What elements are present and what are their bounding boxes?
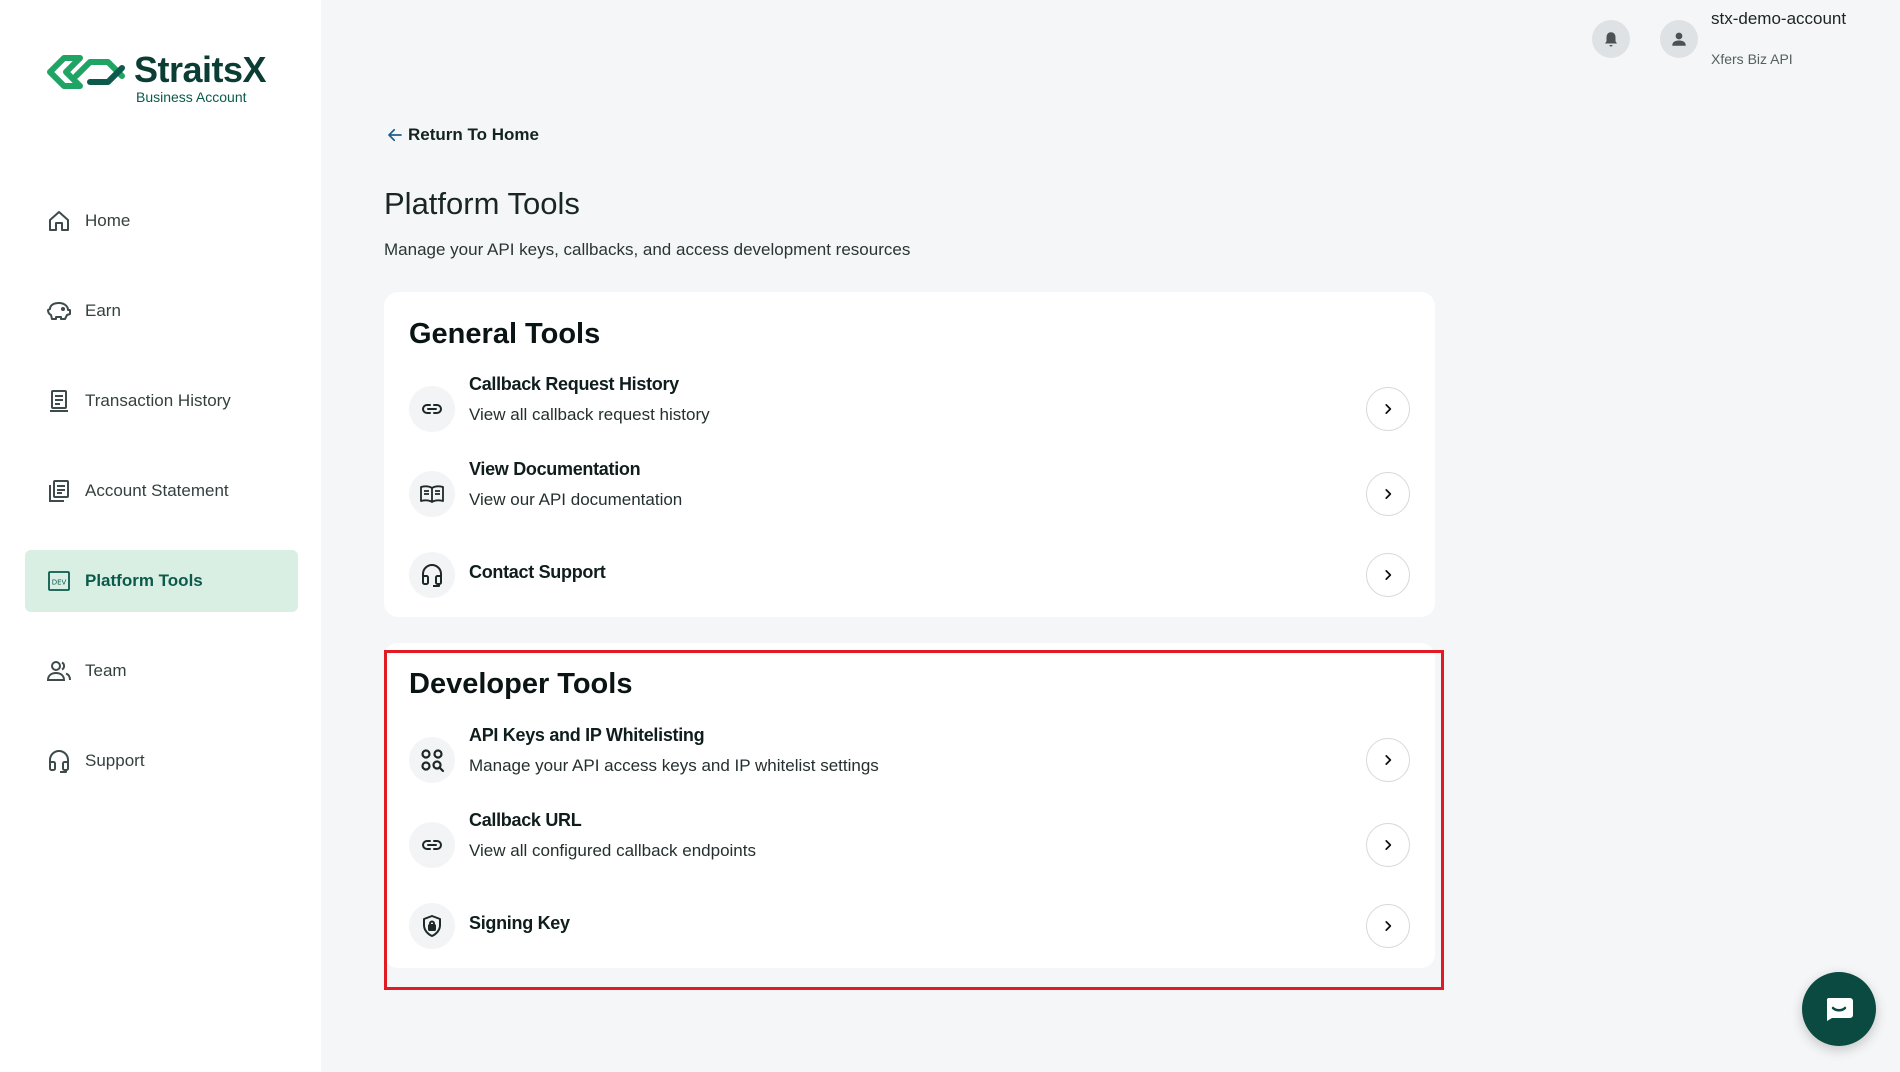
row-description: View our API documentation: [469, 490, 683, 509]
general-tools-card: General Tools Callback Request History V…: [384, 292, 1435, 617]
row-title: Signing Key: [469, 913, 570, 933]
notifications-button[interactable]: [1592, 20, 1630, 58]
sidebar-item-earn[interactable]: Earn: [25, 280, 298, 342]
document-stack-icon: [45, 477, 73, 505]
row-title: Callback URL: [469, 810, 582, 830]
avatar[interactable]: [1660, 20, 1698, 58]
key-search-icon: [409, 737, 455, 783]
callback-request-history-row[interactable]: Callback Request History View all callba…: [409, 374, 1410, 444]
developer-tools-card: Developer Tools API Keys and IP Whitelis…: [384, 643, 1435, 968]
chevron-right-icon[interactable]: [1366, 823, 1410, 867]
sidebar: StraitsX Business Account Home Earn Tran…: [0, 0, 321, 1072]
brand-logo[interactable]: StraitsX Business Account: [46, 48, 267, 105]
headset-icon: [45, 747, 73, 775]
sidebar-item-label: Account Statement: [85, 481, 229, 500]
signing-key-row[interactable]: Signing Key: [409, 891, 1410, 961]
chevron-right-icon[interactable]: [1366, 472, 1410, 516]
api-keys-row[interactable]: API Keys and IP Whitelisting Manage your…: [409, 725, 1410, 795]
chat-icon: [1826, 998, 1853, 1021]
row-title: Contact Support: [469, 562, 606, 582]
shield-lock-icon: [409, 903, 455, 949]
link-icon: [409, 386, 455, 432]
sidebar-item-platform-tools[interactable]: DEV Platform Tools: [25, 550, 298, 612]
book-icon: [409, 471, 455, 517]
page-title: Platform Tools: [384, 186, 580, 221]
callback-url-row[interactable]: Callback URL View all configured callbac…: [409, 810, 1410, 880]
home-icon: [45, 207, 73, 235]
sidebar-item-home[interactable]: Home: [25, 190, 298, 252]
return-home-label: Return To Home: [408, 125, 539, 144]
return-home-link[interactable]: Return To Home: [386, 125, 539, 145]
row-title: API Keys and IP Whitelisting: [469, 725, 705, 745]
chevron-right-icon[interactable]: [1366, 387, 1410, 431]
page-subtitle: Manage your API keys, callbacks, and acc…: [384, 240, 911, 259]
bell-icon: [1605, 32, 1617, 47]
row-description: View all callback request history: [469, 405, 710, 424]
sidebar-item-transaction-history[interactable]: Transaction History: [25, 370, 298, 432]
chevron-right-icon[interactable]: [1366, 738, 1410, 782]
sidebar-item-label: Earn: [85, 301, 121, 320]
sidebar-item-account-statement[interactable]: Account Statement: [25, 460, 298, 522]
row-description: Manage your API access keys and IP white…: [469, 756, 879, 775]
account-type: Xfers Biz API: [1711, 51, 1793, 67]
user-icon: [1672, 32, 1686, 46]
sidebar-item-label: Support: [85, 751, 145, 770]
sidebar-item-label: Transaction History: [85, 391, 231, 410]
chat-launcher-button[interactable]: [1802, 972, 1876, 1046]
sidebar-item-label: Home: [85, 211, 131, 230]
account-name[interactable]: stx-demo-account: [1711, 9, 1846, 29]
row-title: View Documentation: [469, 459, 641, 479]
view-documentation-row[interactable]: View Documentation View our API document…: [409, 459, 1410, 529]
svg-text:DEV: DEV: [52, 579, 67, 587]
sidebar-item-label: Platform Tools: [85, 571, 203, 590]
dev-icon: DEV: [45, 567, 73, 595]
brand-subtitle: Business Account: [136, 89, 247, 105]
team-icon: [45, 657, 73, 685]
arrow-left-icon: [388, 128, 402, 142]
chevron-right-icon[interactable]: [1366, 904, 1410, 948]
brand-name: StraitsX: [134, 49, 267, 90]
sidebar-item-team[interactable]: Team: [25, 640, 298, 702]
chevron-right-icon[interactable]: [1366, 553, 1410, 597]
sidebar-item-support[interactable]: Support: [25, 730, 298, 792]
straitsx-logo-icon: [47, 55, 125, 89]
contact-support-row[interactable]: Contact Support: [409, 540, 1410, 610]
section-heading: Developer Tools: [409, 668, 633, 700]
headset-icon: [409, 552, 455, 598]
piggy-bank-icon: [45, 297, 73, 325]
link-icon: [409, 822, 455, 868]
receipt-icon: [45, 387, 73, 415]
row-description: View all configured callback endpoints: [469, 841, 756, 860]
sidebar-nav: Home Earn Transaction History Account St…: [25, 190, 298, 820]
sidebar-item-label: Team: [85, 661, 127, 680]
section-heading: General Tools: [409, 318, 601, 350]
row-title: Callback Request History: [469, 374, 679, 394]
